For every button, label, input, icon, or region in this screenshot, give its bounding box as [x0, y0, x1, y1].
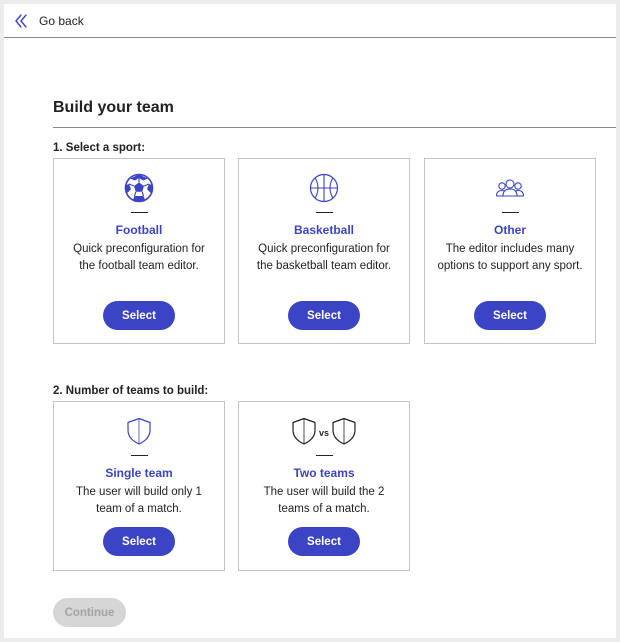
- card-description: The user will build only 1 team of a mat…: [76, 486, 202, 515]
- card-divider: [131, 212, 148, 213]
- continue-button[interactable]: Continue: [53, 598, 126, 627]
- shield-icon: [54, 416, 224, 446]
- basketball-icon: [239, 173, 409, 203]
- select-basketball-button[interactable]: Select: [288, 301, 360, 330]
- shield-vs-shield-icon: vs: [239, 416, 409, 446]
- people-group-icon: [425, 173, 595, 203]
- card-title: Basketball: [293, 223, 355, 237]
- top-nav-bar: Go back: [4, 4, 616, 38]
- card-title: Two teams: [293, 466, 355, 480]
- sport-card-football: Football Quick preconfiguration for the …: [53, 158, 225, 344]
- select-other-button[interactable]: Select: [474, 301, 546, 330]
- page-title: Build your team: [53, 99, 174, 116]
- select-two-teams-button[interactable]: Select: [288, 527, 360, 556]
- card-divider: [502, 212, 519, 213]
- card-description: Quick preconfiguration for the basketbal…: [256, 243, 392, 272]
- teams-section-label: 2. Number of teams to build:: [53, 385, 209, 397]
- card-divider: [316, 212, 333, 213]
- card-title: Single team: [105, 466, 173, 480]
- vs-label: vs: [319, 428, 329, 438]
- card-title: Other: [493, 223, 526, 237]
- card-divider: [131, 455, 148, 456]
- card-divider: [316, 455, 333, 456]
- select-single-team-button[interactable]: Select: [103, 527, 175, 556]
- sport-card-basketball: Basketball Quick preconfiguration for th…: [238, 158, 410, 344]
- sport-card-other: Other The editor includes many options t…: [424, 158, 596, 344]
- card-description: The editor includes many options to supp…: [437, 243, 583, 272]
- title-divider: [53, 127, 616, 128]
- card-description: The user will build the 2 teams of a mat…: [263, 486, 385, 515]
- soccer-ball-icon: [54, 173, 224, 203]
- teams-card-single: Single team The user will build only 1 t…: [53, 401, 225, 571]
- card-title: Football: [115, 223, 163, 237]
- teams-card-two: vs Two teams The user will build the 2 t…: [238, 401, 410, 571]
- double-chevron-left-icon: [15, 14, 27, 28]
- card-description: Quick preconfiguration for the football …: [73, 243, 205, 272]
- go-back-label: Go back: [39, 14, 84, 28]
- go-back-link[interactable]: Go back: [14, 10, 84, 32]
- sport-section-label: 1. Select a sport:: [53, 142, 146, 154]
- app-frame: Go back Build your team 1. Select a spor…: [4, 4, 616, 638]
- select-football-button[interactable]: Select: [103, 301, 175, 330]
